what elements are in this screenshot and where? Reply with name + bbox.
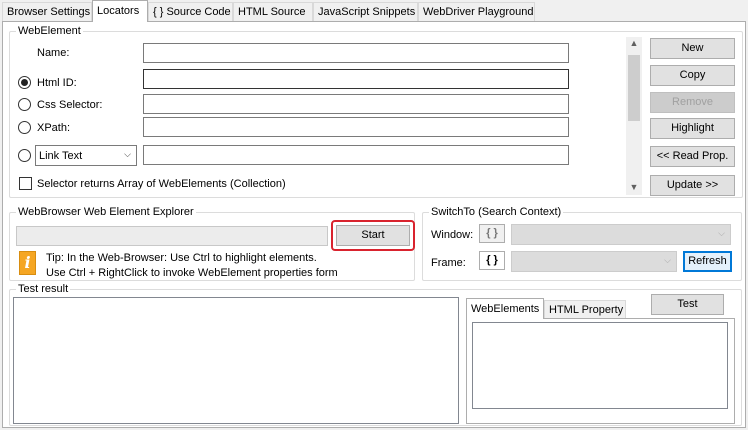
xpath-field[interactable] [143, 117, 569, 137]
window-brace-button[interactable]: { } [479, 224, 505, 243]
tab-browser-settings[interactable]: Browser Settings [2, 2, 92, 21]
frame-label: Frame: [431, 257, 466, 269]
webelements-list[interactable] [472, 322, 728, 409]
locators-scrollbar[interactable]: ▲ ▼ [626, 37, 642, 195]
scroll-down-icon[interactable]: ▼ [626, 182, 642, 192]
link-type-select[interactable]: Link Text ⌵ [35, 145, 137, 166]
info-tip-icon: i [19, 251, 36, 275]
test-button[interactable]: Test [651, 294, 724, 315]
window-label: Window: [431, 229, 474, 241]
new-button[interactable]: New [650, 38, 735, 59]
name-label: Name: [37, 47, 70, 59]
css-selector-radio[interactable] [18, 98, 31, 111]
css-selector-label: Css Selector: [37, 99, 103, 111]
collection-label: Selector returns Array of WebElements (C… [37, 178, 286, 190]
tab-javascript-snippets[interactable]: JavaScript Snippets [313, 2, 418, 21]
tab-webdriver-playground[interactable]: WebDriver Playground [418, 2, 535, 21]
explorer-progress-field [16, 226, 328, 246]
collection-checkbox[interactable] [19, 177, 32, 190]
html-id-field[interactable] [143, 69, 569, 89]
highlight-button[interactable]: Highlight [650, 118, 735, 139]
test-result-output[interactable] [13, 297, 459, 424]
tab-html-property[interactable]: HTML Property [544, 300, 626, 319]
css-selector-field[interactable] [143, 94, 569, 114]
start-button[interactable]: Start [336, 225, 410, 246]
switch-to-legend: SwitchTo (Search Context) [429, 205, 564, 219]
window-select[interactable]: ⌵ [511, 224, 731, 245]
tab-source-code[interactable]: { } Source Code [148, 2, 233, 21]
chevron-down-icon: ⌵ [718, 228, 725, 238]
scroll-up-icon[interactable]: ▲ [626, 38, 642, 48]
copy-button[interactable]: Copy [650, 65, 735, 86]
read-prop-button[interactable]: << Read Prop. [650, 146, 735, 167]
name-field[interactable] [143, 43, 569, 63]
refresh-button[interactable]: Refresh [683, 251, 732, 272]
link-text-radio[interactable] [18, 149, 31, 162]
tip-line-1: Tip: In the Web-Browser: Use Ctrl to hig… [46, 252, 317, 264]
scrollbar-thumb[interactable] [628, 55, 640, 121]
remove-button[interactable]: Remove [650, 92, 735, 113]
webelement-legend: WebElement [16, 24, 83, 38]
explorer-legend: WebBrowser Web Element Explorer [16, 205, 196, 219]
xpath-label: XPath: [37, 122, 71, 134]
html-id-label: Html ID: [37, 77, 77, 89]
link-text-field[interactable] [143, 145, 569, 165]
frame-brace-button[interactable]: { } [479, 251, 505, 270]
chevron-down-icon: ⌵ [124, 149, 131, 159]
xpath-radio[interactable] [18, 121, 31, 134]
html-id-radio[interactable] [18, 76, 31, 89]
tip-line-2: Use Ctrl + RightClick to invoke WebEleme… [46, 267, 338, 279]
test-result-legend: Test result [16, 282, 71, 296]
tab-html-source[interactable]: HTML Source [233, 2, 313, 21]
update-button[interactable]: Update >> [650, 175, 735, 196]
tab-webelements[interactable]: WebElements [466, 298, 544, 319]
tab-locators[interactable]: Locators [92, 0, 148, 22]
link-type-value: Link Text [39, 150, 83, 162]
chevron-down-icon: ⌵ [664, 255, 671, 265]
frame-select[interactable]: ⌵ [511, 251, 677, 272]
